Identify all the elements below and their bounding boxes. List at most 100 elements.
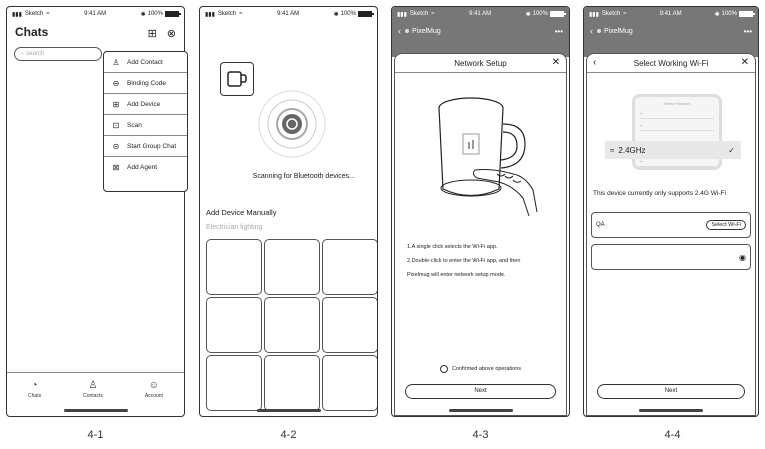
menu-item-add-device[interactable]: ⊞ Add Device <box>104 94 187 115</box>
signal-icon: ▮▮▮ <box>397 11 407 18</box>
account-icon: ☺ <box>148 380 160 391</box>
close-icon[interactable]: ✕ <box>741 57 749 68</box>
signal-icon: ▮▮▮ <box>589 11 599 18</box>
status-bar: ▮▮▮ Sketch ≈ 9:41 AM ✱ 100% <box>200 7 377 21</box>
device-grid <box>206 239 377 411</box>
status-bar: ▮▮▮ Sketch ≈ 9:41 AM ✱ 100% <box>392 7 569 21</box>
menu-item-add-agent[interactable]: ⊠ Add Agent <box>104 157 187 178</box>
battery-icon <box>164 11 181 17</box>
menu-item-binding-code[interactable]: ⊖ Binding Code <box>104 73 187 94</box>
back-arrow-icon[interactable]: ‹ <box>398 26 401 36</box>
battery-icon <box>738 11 755 17</box>
caption-1: 4-1 <box>87 429 104 441</box>
wifi-signal-icon: ≈ <box>640 159 643 164</box>
caption-4: 4-4 <box>664 429 681 441</box>
battery-icon <box>549 11 566 17</box>
device-cell[interactable] <box>322 297 377 353</box>
status-bar: ▮▮▮ Sketch ≈ 9:41 AM ✱ 100% <box>584 7 758 21</box>
instruction-line: 1.A single click selects the Wi-Fi app. <box>407 244 498 250</box>
nav-bar: ‹ PixelMug ••• <box>590 25 752 37</box>
ssid-value: QA <box>596 222 605 228</box>
wifi-signal-icon: ≈ <box>640 111 643 116</box>
wifi-icon: ≈ <box>431 11 435 17</box>
eye-hidden-icon[interactable]: ◉ <box>739 253 746 262</box>
wifi-icon: ≈ <box>623 11 627 17</box>
bluetooth-icon: ✱ <box>333 11 339 18</box>
sheet-title: Select Working Wi-Fi <box>633 59 709 68</box>
page-title: Chats <box>15 25 49 39</box>
status-bar: ▮▮▮ Sketch ≈ 9:41 AM ✱ 100% <box>7 7 184 21</box>
wifi-icon: ≈ <box>239 11 243 17</box>
device-cell[interactable] <box>322 355 377 411</box>
caption-3: 4-3 <box>472 429 489 441</box>
scanning-radar-icon <box>258 90 326 158</box>
device-cell[interactable] <box>264 239 320 295</box>
menu-item-scan[interactable]: ⊡ Scan <box>104 115 187 136</box>
instruction-line: 2.Double-click to enter the Wi-Fi app, a… <box>407 258 521 264</box>
scanning-text: Scanning for Bluetooth devices... <box>252 173 355 180</box>
device-tile[interactable] <box>220 62 254 96</box>
bluetooth-icon: ✱ <box>525 11 531 18</box>
back-arrow-icon[interactable]: ‹ <box>590 26 593 36</box>
menu-item-add-contact[interactable]: ♙ Add Contact <box>104 52 187 73</box>
status-dot <box>597 29 601 33</box>
menu-item-group-chat[interactable]: ⊝ Start Group Chat <box>104 136 187 157</box>
mug-press-illustration <box>438 97 538 217</box>
select-wifi-button[interactable]: Select Wi-Fi <box>706 220 746 230</box>
home-indicator <box>63 409 128 412</box>
check-icon: ✓ <box>728 145 735 155</box>
home-indicator <box>639 409 703 412</box>
home-indicator <box>256 409 321 412</box>
group-chat-icon: ⊝ <box>112 141 120 151</box>
device-cell[interactable] <box>206 297 262 353</box>
confirm-radio[interactable] <box>439 365 448 373</box>
bluetooth-icon: ✱ <box>140 11 146 18</box>
category-label: Electrician lighting <box>206 224 263 231</box>
device-cell[interactable] <box>264 297 320 353</box>
tab-account[interactable]: ☺ Account <box>145 380 163 399</box>
password-field[interactable]: ◉ <box>591 244 751 270</box>
next-button[interactable]: Next <box>597 384 745 399</box>
add-manually-heading: Add Device Manually <box>206 208 277 217</box>
ssid-field[interactable]: QA Select Wi-Fi <box>591 212 751 238</box>
more-icon[interactable]: ••• <box>555 27 563 36</box>
band-label: 2.4GHz <box>618 145 646 155</box>
next-button[interactable]: Next <box>405 384 556 399</box>
close-icon[interactable]: ✕ <box>552 57 560 68</box>
signal-icon: ▮▮▮ <box>205 11 215 18</box>
dropdown-menu: ♙ Add Contact ⊖ Binding Code ⊞ Add Device ⊡… <box>103 51 188 192</box>
device-cell[interactable] <box>322 239 377 295</box>
search-icon: ○ <box>21 51 25 57</box>
tab-chats[interactable]: ◔ Chats <box>28 380 41 399</box>
wifi-signal-icon: ≈ <box>640 123 643 128</box>
device-cell[interactable] <box>264 355 320 411</box>
scan-icon: ⊡ <box>112 120 120 130</box>
app-name: PixelMug <box>604 27 633 35</box>
caption-2: 4-2 <box>280 429 297 441</box>
device-cell[interactable] <box>206 355 262 411</box>
selected-band-row: ≈ 2.4GHz ✓ <box>605 141 741 159</box>
search-placeholder: search <box>26 51 45 57</box>
more-icon[interactable]: ••• <box>744 27 752 36</box>
group-icon[interactable]: ⊞ <box>148 27 157 40</box>
status-time: 9:41 AM <box>84 11 107 17</box>
add-contact-icon: ♙ <box>112 57 120 67</box>
battery-icon <box>357 11 374 17</box>
panel-title: Select Network <box>663 101 691 106</box>
bottom-sheet: ‹ Select Working Wi-Fi ✕ Select Network … <box>586 53 756 416</box>
phone-screen-network-setup: ▮▮▮ Sketch ≈ 9:41 AM ✱ 100% ‹ PixelMug ••• … <box>391 6 570 417</box>
search-input[interactable]: ○ search <box>14 47 102 61</box>
bottom-sheet: Network Setup ✕ 1.A single click selects… <box>394 53 567 416</box>
plus-box-icon: ⊞ <box>112 99 120 109</box>
status-dot <box>405 29 409 33</box>
chats-icon: ◔ <box>31 380 38 391</box>
tab-contacts[interactable]: ♙ Contacts <box>83 380 103 399</box>
confirm-label: Confirmed above operations <box>451 366 522 372</box>
agent-icon: ⊠ <box>112 163 120 172</box>
device-cell[interactable] <box>206 239 262 295</box>
phone-screen-scanning: ▮▮▮ Sketch ≈ 9:41 AM ✱ 100% Scanning for Bl… <box>199 6 378 417</box>
close-menu-icon[interactable]: ⊗ <box>167 27 176 40</box>
home-indicator <box>448 409 513 412</box>
contacts-icon: ♙ <box>88 380 98 391</box>
instruction-line: Pixelmug will enter network setup mode. <box>407 272 506 278</box>
